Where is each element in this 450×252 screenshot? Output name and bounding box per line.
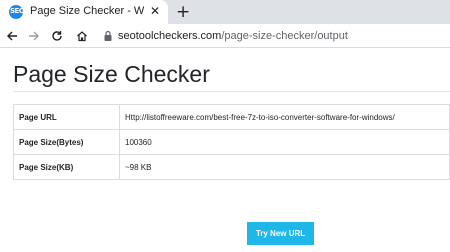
results-table: Page URL Http://listoffreeware.com/best-… bbox=[13, 104, 450, 180]
row-label-page-size-kb: Page Size(KB) bbox=[13, 154, 120, 180]
new-tab-icon[interactable]: + bbox=[176, 2, 190, 22]
row-value-page-url: Http://listoffreeware.com/best-free-7z-t… bbox=[119, 104, 450, 130]
tab-title: Page Size Checker - Website Page bbox=[30, 5, 144, 17]
close-tab-icon[interactable]: ✕ bbox=[150, 4, 160, 18]
page-title: Page Size Checker bbox=[13, 61, 210, 87]
back-arrow-icon[interactable] bbox=[3, 27, 21, 45]
try-new-url-button[interactable]: Try New URL bbox=[247, 222, 314, 245]
url-path: /page-size-checker/output bbox=[221, 30, 348, 42]
forward-arrow-icon[interactable] bbox=[25, 27, 43, 45]
row-label-page-url: Page URL bbox=[13, 104, 120, 130]
table-row: Page URL Http://listoffreeware.com/best-… bbox=[13, 104, 450, 130]
row-label-page-size-bytes: Page Size(Bytes) bbox=[13, 129, 120, 155]
url-text: seotoolcheckers.com/page-size-checker/ou… bbox=[118, 30, 348, 42]
reload-icon[interactable] bbox=[48, 27, 66, 45]
page-content: Page Size Checker Page URL Http://listof… bbox=[0, 49, 450, 252]
tab-strip: SEO Page Size Checker - Website Page ✕ + bbox=[0, 0, 450, 24]
browser-tab[interactable]: SEO Page Size Checker - Website Page ✕ bbox=[0, 0, 168, 24]
table-row: Page Size(KB) ~98 KB bbox=[13, 154, 450, 180]
browser-toolbar: seotoolcheckers.com/page-size-checker/ou… bbox=[0, 24, 450, 48]
address-bar[interactable]: seotoolcheckers.com/page-size-checker/ou… bbox=[100, 27, 450, 45]
divider bbox=[13, 91, 450, 92]
lock-icon bbox=[104, 30, 112, 41]
row-value-page-size-kb: ~98 KB bbox=[119, 154, 450, 180]
site-favicon-icon: SEO bbox=[9, 5, 25, 19]
url-host: seotoolcheckers.com bbox=[118, 30, 222, 42]
table-row: Page Size(Bytes) 100360 bbox=[13, 129, 450, 155]
favicon-text: SEO bbox=[10, 7, 25, 15]
row-value-page-size-bytes: 100360 bbox=[119, 129, 450, 155]
home-icon[interactable] bbox=[73, 27, 91, 45]
